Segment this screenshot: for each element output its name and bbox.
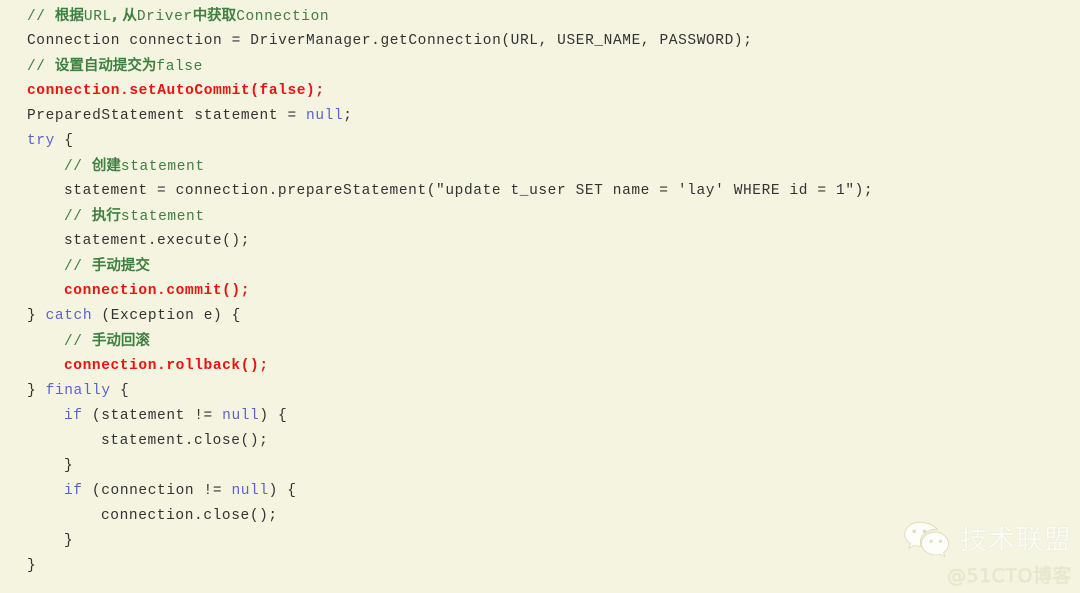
code-token-call: connection.commit();: [64, 283, 251, 299]
code-token-keyword: try: [27, 133, 55, 149]
code-token-comment: //: [27, 59, 55, 75]
code-token-plain: (statement !=: [82, 408, 223, 424]
code-token-plain: {: [110, 383, 130, 399]
code-line: if (statement != null) {: [0, 404, 1080, 429]
code-token-plain: PreparedStatement statement =: [27, 108, 307, 124]
code-token-comment: //: [27, 9, 55, 25]
code-token-comment: Driver: [136, 9, 193, 25]
code-line: }: [0, 554, 1080, 579]
code-token-plain: }: [27, 383, 46, 399]
code-token-plain: ;: [343, 108, 353, 124]
code-line: // 创建statement: [0, 154, 1080, 179]
code-token-plain: Connection connection = DriverManager.ge…: [27, 33, 753, 49]
code-token-keyword: if: [64, 483, 83, 499]
code-token-literal: null: [306, 108, 344, 124]
code-line: statement.execute();: [0, 229, 1080, 254]
code-token-comment: URL: [83, 9, 112, 25]
code-token-plain: {: [54, 133, 74, 149]
code-token-plain: }: [64, 533, 74, 549]
code-line: }: [0, 529, 1080, 554]
code-token-plain: }: [64, 458, 74, 474]
code-line: connection.setAutoCommit(false);: [0, 79, 1080, 104]
code-line: // 执行statement: [0, 204, 1080, 229]
code-token-comment-cjk: 中获取: [192, 8, 237, 24]
code-token-plain: statement.execute();: [64, 233, 251, 249]
code-token-plain: }: [27, 308, 46, 324]
code-token-call: connection.rollback();: [64, 358, 269, 374]
code-line: PreparedStatement statement = null;: [0, 104, 1080, 129]
code-token-keyword: catch: [45, 308, 93, 324]
code-token-call: connection.setAutoCommit(false);: [27, 83, 325, 99]
code-token-comment-cjk: 创建: [91, 158, 121, 174]
code-token-plain: }: [27, 558, 37, 574]
code-token-comment-cjk: 手动回滚: [91, 333, 150, 349]
code-token-comment-cjk: , 从: [111, 8, 137, 24]
code-token-comment: //: [64, 159, 92, 175]
code-line: }: [0, 454, 1080, 479]
code-token-plain: ) {: [268, 483, 297, 499]
code-line: connection.commit();: [0, 279, 1080, 304]
code-line: // 根据URL, 从Driver中获取Connection: [0, 4, 1080, 29]
code-token-plain: (connection !=: [82, 483, 232, 499]
code-line: connection.close();: [0, 504, 1080, 529]
code-token-plain: connection.close();: [101, 508, 278, 524]
code-token-comment: statement: [120, 159, 205, 175]
code-token-comment: Connection: [236, 9, 330, 25]
code-token-plain: statement.close();: [101, 433, 269, 449]
code-token-keyword: if: [64, 408, 83, 424]
code-token-plain: (Exception e) {: [92, 308, 241, 324]
code-line: statement = connection.prepareStatement(…: [0, 179, 1080, 204]
code-line: statement.close();: [0, 429, 1080, 454]
code-token-comment-cjk: 手动提交: [91, 258, 150, 274]
code-line: try {: [0, 129, 1080, 154]
code-token-comment-cjk: 执行: [91, 208, 121, 224]
code-block: // 根据URL, 从Driver中获取Connection Connection…: [0, 0, 1080, 593]
code-token-comment: //: [64, 259, 92, 275]
code-line: } catch (Exception e) {: [0, 304, 1080, 329]
code-line: } finally {: [0, 379, 1080, 404]
code-token-comment: false: [156, 59, 203, 75]
code-token-plain: statement = connection.prepareStatement(…: [64, 183, 874, 199]
code-listing: // 根据URL, 从Driver中获取Connection Connection…: [0, 4, 1080, 579]
code-token-plain: ) {: [259, 408, 288, 424]
code-line: connection.rollback();: [0, 354, 1080, 379]
code-token-comment: //: [64, 334, 92, 350]
code-line: // 手动提交: [0, 254, 1080, 279]
code-token-comment: //: [64, 209, 92, 225]
code-line: // 手动回滚: [0, 329, 1080, 354]
code-token-comment: statement: [120, 209, 205, 225]
code-token-comment-cjk: 设置自动提交为: [54, 58, 157, 74]
code-token-literal: null: [222, 408, 260, 424]
code-token-comment-cjk: 根据: [54, 8, 84, 24]
code-token-keyword: finally: [45, 383, 111, 399]
code-token-literal: null: [231, 483, 269, 499]
code-line: // 设置自动提交为false: [0, 54, 1080, 79]
code-line: Connection connection = DriverManager.ge…: [0, 29, 1080, 54]
code-line: if (connection != null) {: [0, 479, 1080, 504]
